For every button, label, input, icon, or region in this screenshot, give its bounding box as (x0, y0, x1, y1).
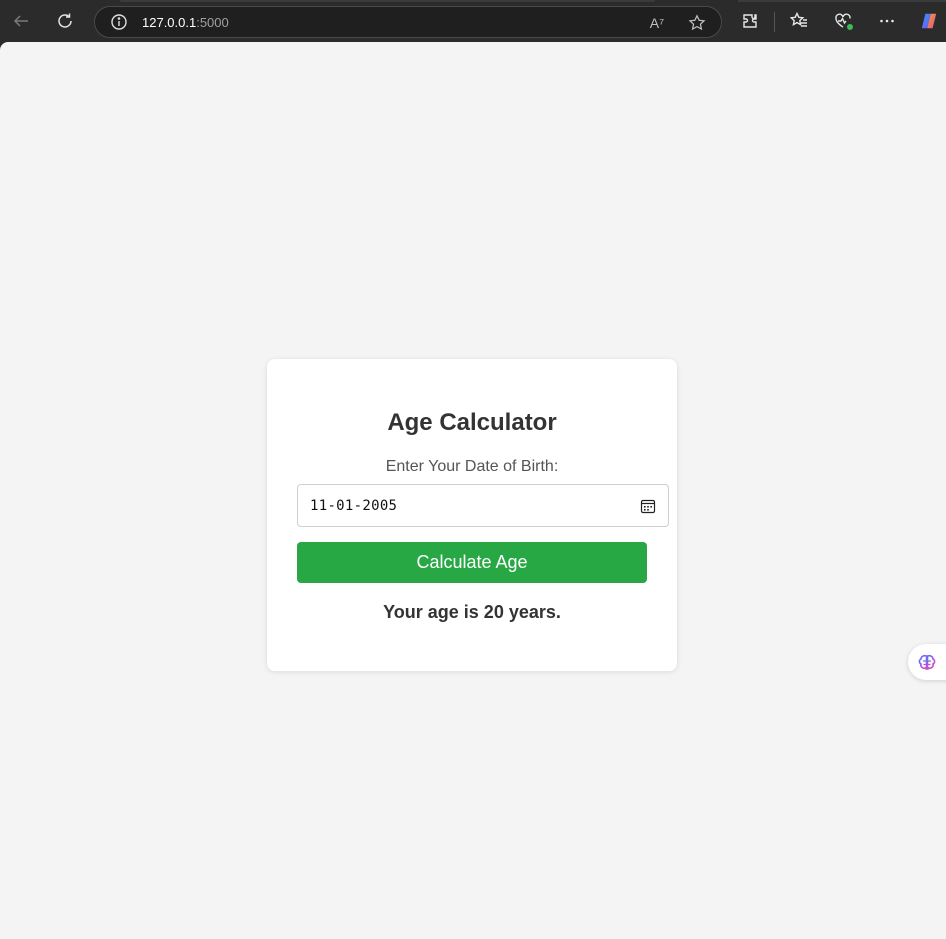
info-icon[interactable] (110, 13, 128, 31)
dob-label: Enter Your Date of Birth: (385, 458, 559, 475)
dob-value: 11-01-2005 (310, 498, 398, 514)
url-port: :5000 (196, 15, 229, 30)
reload-button[interactable] (50, 6, 80, 36)
favorites-icon (790, 12, 807, 27)
sidebar-assistant-widget[interactable] (908, 644, 946, 680)
browser-essentials-button[interactable] (828, 6, 858, 36)
more-button[interactable] (872, 6, 902, 36)
age-calculator-card: Age Calculator Enter Your Date of Birth:… (267, 359, 677, 671)
url-text[interactable]: 127.0.0.1:5000 (142, 15, 229, 30)
brain-icon (918, 654, 936, 670)
page-viewport: Age Calculator Enter Your Date of Birth:… (0, 42, 946, 939)
dob-date-input[interactable]: 11-01-2005 (297, 484, 669, 527)
calendar-icon[interactable] (640, 498, 656, 514)
address-bar[interactable]: 127.0.0.1:5000 A⁷ (94, 6, 722, 38)
more-icon (880, 19, 894, 23)
tab-strip (738, 0, 946, 2)
url-host: 127.0.0.1 (142, 15, 197, 30)
extensions-icon (743, 14, 757, 28)
reload-icon (58, 13, 72, 28)
favorites-button[interactable] (784, 6, 814, 36)
page-title: Age Calculator (387, 409, 557, 436)
calculate-age-button[interactable]: Calculate Age (297, 542, 647, 583)
extensions-button[interactable] (735, 6, 765, 36)
read-aloud-icon[interactable]: A⁷ (647, 13, 667, 33)
back-button[interactable] (6, 6, 36, 36)
copilot-button[interactable] (914, 6, 944, 36)
age-result: Your age is 20 years. (383, 602, 561, 622)
back-arrow-icon (13, 15, 28, 27)
star-icon[interactable] (687, 13, 707, 33)
copilot-icon (921, 13, 937, 29)
tab-strip (120, 0, 655, 2)
status-dot (846, 23, 854, 31)
browser-toolbar: 127.0.0.1:5000 A⁷ (0, 0, 946, 42)
toolbar-separator (774, 12, 775, 32)
